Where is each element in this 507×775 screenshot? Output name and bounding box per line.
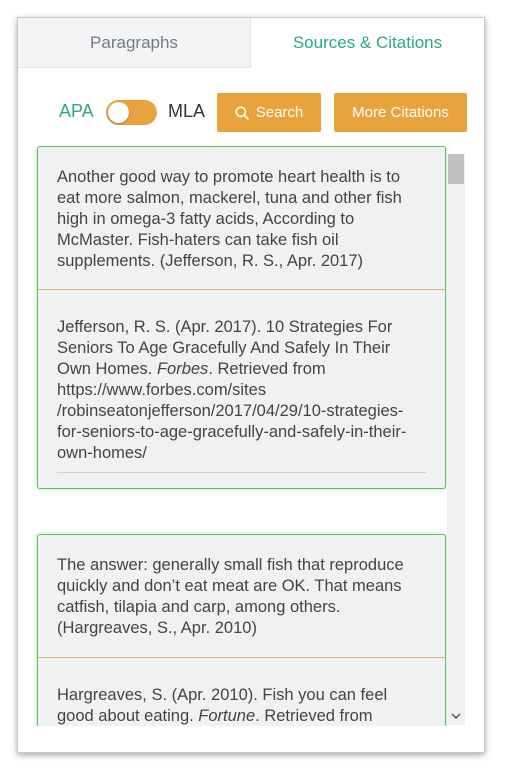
citation-source: Fortune (198, 707, 256, 725)
citation-card[interactable]: The answer: generally small fish that re… (37, 534, 446, 726)
citation-list[interactable]: Another good way to promote heart health… (18, 146, 466, 726)
citation-retrieved: . Retrieved from (255, 707, 373, 725)
tab-paragraphs[interactable]: Paragraphs (18, 18, 251, 68)
more-citations-button[interactable]: More Citations (334, 93, 467, 132)
more-citations-label: More Citations (352, 104, 449, 121)
citation-style-toggle[interactable] (106, 100, 157, 125)
search-icon (235, 105, 249, 120)
tab-sources-citations[interactable]: Sources & Citations (251, 18, 484, 68)
apa-label: APA (59, 101, 94, 121)
tab-bar: Paragraphs Sources & Citations (18, 18, 484, 68)
citation-text: Jefferson, R. S. (Apr. 2017). 10 Strateg… (38, 290, 445, 464)
mla-label: MLA (168, 101, 206, 121)
quote-text: The answer: generally small fish that re… (57, 556, 404, 637)
search-button[interactable]: Search (217, 93, 321, 132)
chevron-down-icon[interactable] (447, 707, 465, 725)
toggle-knob (108, 102, 129, 123)
citation-controls: APA MLA Search More Citations (18, 92, 484, 132)
citation-text: Hargreaves, S. (Apr. 2010). Fish you can… (38, 658, 445, 726)
quote-text: Another good way to promote heart health… (57, 168, 402, 270)
search-button-label: Search (255, 104, 304, 121)
scrollbar-thumb[interactable] (448, 154, 464, 184)
citation-url[interactable]: /robinseatonjefferson/2017/04/29/10-stra… (57, 401, 426, 464)
scrollbar[interactable] (447, 154, 465, 725)
citation-card[interactable]: Another good way to promote heart health… (37, 146, 446, 489)
citation-rule (57, 472, 426, 473)
citation-source: Forbes (156, 360, 209, 378)
citations-panel: Paragraphs Sources & Citations APA MLA S… (17, 17, 485, 753)
